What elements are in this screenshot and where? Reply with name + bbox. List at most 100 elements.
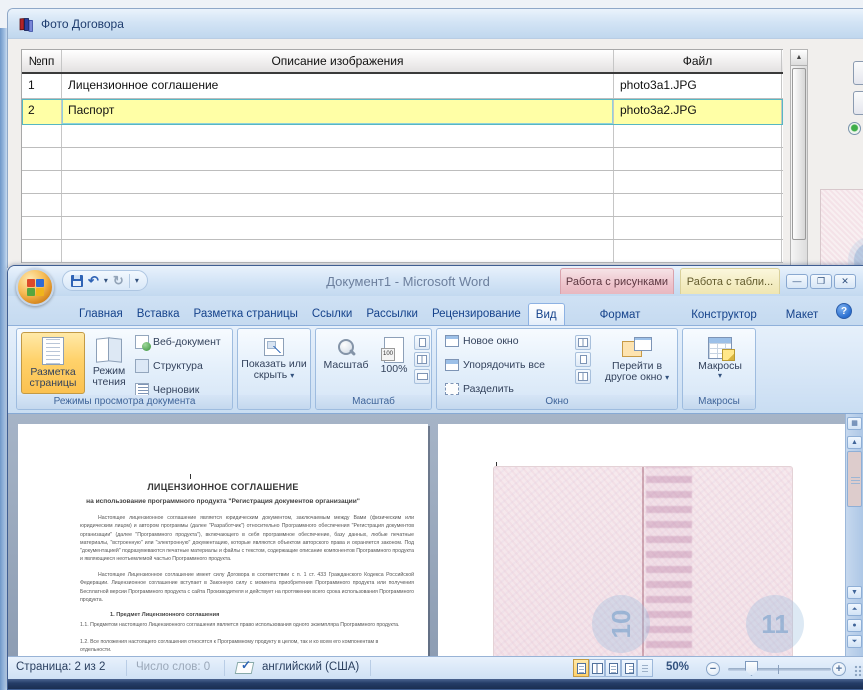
undo-icon[interactable]: ↶ xyxy=(88,274,99,287)
photo-window-titlebar[interactable]: Фото Договора xyxy=(8,9,863,39)
cell-num[interactable]: 1 xyxy=(22,74,62,98)
tab-glavnaya[interactable]: Главная xyxy=(72,303,130,325)
customize-qat-icon[interactable]: ▾ xyxy=(135,276,139,285)
doc-heading: 1. Предмет Лицензионного соглашения xyxy=(110,612,220,618)
table-row[interactable] xyxy=(22,148,783,171)
cell-num[interactable]: 2 xyxy=(22,99,62,124)
undo-dropdown-icon[interactable]: ▾ xyxy=(104,276,108,285)
tab-format[interactable]: Формат xyxy=(568,304,672,325)
page-width-button[interactable] xyxy=(414,369,430,384)
view-fullscreen-button[interactable] xyxy=(589,659,605,677)
view-draft-button[interactable] xyxy=(637,659,653,677)
zoom-percentage[interactable]: 50% xyxy=(666,661,689,673)
table-row[interactable] xyxy=(22,217,783,240)
outline-icon xyxy=(135,359,149,373)
column-header-file[interactable]: Файл xyxy=(614,50,782,72)
scroll-down-icon[interactable]: ▼ xyxy=(847,586,862,599)
two-pages-button[interactable] xyxy=(414,352,430,367)
close-button[interactable]: ✕ xyxy=(834,274,856,289)
document-scrollbar[interactable]: ▦ ▲ ▼ ⏶ ● ⏷ xyxy=(845,414,863,656)
macros-button[interactable]: Макросы ▾ xyxy=(691,332,749,394)
zoom-slider-track[interactable] xyxy=(728,668,831,671)
doc-paragraph: Настоящее лицензионное соглашение являет… xyxy=(80,515,414,563)
zoom-100-button[interactable]: 100% xyxy=(374,332,414,394)
group-view-modes: Разметка страницы Режим чтения Веб-докум… xyxy=(16,328,233,410)
save-icon[interactable] xyxy=(71,274,83,287)
next-page-icon[interactable]: ⏷ xyxy=(847,635,862,648)
table-row[interactable] xyxy=(22,194,783,217)
table-row-selected[interactable]: 2 Паспорт photo3a2.JPG xyxy=(22,99,783,125)
word-titlebar[interactable]: ↶ ▾ ↻ ▾ Документ1 - Microsoft Word Работ… xyxy=(8,266,863,306)
status-separator xyxy=(126,660,127,676)
table-row[interactable] xyxy=(22,240,783,263)
table-row[interactable]: 1 Лицензионное соглашение photo3a1.JPG xyxy=(22,74,783,99)
new-window-button[interactable]: Новое окно xyxy=(445,335,519,347)
view-web-button[interactable] xyxy=(605,659,621,677)
spellcheck-icon[interactable] xyxy=(236,658,253,675)
arrange-all-button[interactable]: Упорядочить все xyxy=(445,359,545,371)
cell-description[interactable]: Лицензионное соглашение xyxy=(62,74,614,98)
page-indicator[interactable]: Страница: 2 из 2 xyxy=(16,661,105,673)
sync-scrolling-button[interactable] xyxy=(575,352,591,367)
reading-mode-button[interactable]: Режим чтения xyxy=(87,332,131,394)
column-header-description[interactable]: Описание изображения xyxy=(62,50,614,72)
passport-ornament xyxy=(646,467,692,656)
table-row[interactable] xyxy=(22,171,783,194)
table-row[interactable] xyxy=(22,125,783,148)
tab-konstruktor[interactable]: Конструктор xyxy=(676,304,772,325)
photo-radio[interactable]: Ф xyxy=(848,121,863,135)
scroll-up-icon[interactable]: ▲ xyxy=(791,50,807,66)
maximize-button[interactable]: ❐ xyxy=(810,274,832,289)
add-photo-button[interactable]: Д xyxy=(853,61,863,85)
scroll-up-icon[interactable]: ▲ xyxy=(847,436,862,449)
group-macros: Макросы ▾ Макросы xyxy=(682,328,756,410)
tab-vid-active[interactable]: Вид xyxy=(527,303,565,325)
one-page-button[interactable] xyxy=(414,335,430,350)
previous-page-icon[interactable]: ⏶ xyxy=(847,603,862,616)
word-count[interactable]: Число слов: 0 xyxy=(136,661,210,673)
outline-button[interactable]: Структура xyxy=(135,359,203,373)
page-width-icon xyxy=(416,373,428,380)
two-pages-icon xyxy=(417,355,427,364)
outline-label: Структура xyxy=(153,360,203,372)
help-icon[interactable]: ? xyxy=(836,303,852,319)
outline-view-icon xyxy=(624,662,634,674)
view-outline-button[interactable] xyxy=(621,659,637,677)
passport-image[interactable]: 10 11 xyxy=(493,466,804,656)
side-by-side-icon xyxy=(578,338,588,347)
web-layout-button[interactable]: Веб-документ xyxy=(135,335,221,351)
ruler-toggle-icon[interactable]: ▦ xyxy=(847,417,862,430)
select-browse-object-icon[interactable]: ● xyxy=(847,619,862,632)
tab-maket[interactable]: Макет xyxy=(776,304,828,325)
zoom-in-icon[interactable]: + xyxy=(832,662,846,676)
reset-position-button[interactable] xyxy=(575,369,591,384)
tab-vstavka[interactable]: Вставка xyxy=(130,303,187,325)
fullscreen-icon xyxy=(591,662,603,674)
cell-file[interactable]: photo3a2.JPG xyxy=(614,99,782,124)
tab-ssylki[interactable]: Ссылки xyxy=(305,303,360,325)
cell-description[interactable]: Паспорт xyxy=(62,99,614,124)
view-side-by-side-button[interactable] xyxy=(575,335,591,350)
delete-photo-button[interactable]: У xyxy=(853,91,863,115)
redo-icon[interactable]: ↻ xyxy=(113,274,124,287)
column-header-num[interactable]: №пп xyxy=(22,50,62,72)
tab-razmetka[interactable]: Разметка страницы xyxy=(187,303,305,325)
scrollbar-thumb[interactable] xyxy=(792,68,806,240)
zoom-slider-handle[interactable] xyxy=(745,661,758,676)
office-button[interactable] xyxy=(16,268,54,306)
photo-table-scrollbar[interactable]: ▲ xyxy=(790,49,808,268)
switch-windows-button[interactable]: Перейти в другое окно ▾ xyxy=(601,332,673,402)
scrollbar-thumb[interactable] xyxy=(847,451,862,507)
zoom-button[interactable]: Масштаб xyxy=(320,332,372,394)
minimize-button[interactable]: — xyxy=(786,274,808,289)
zoom-out-icon[interactable]: − xyxy=(706,662,720,676)
resize-grip[interactable] xyxy=(854,665,863,677)
tab-recenzirovanie[interactable]: Рецензирование xyxy=(425,303,528,325)
split-button[interactable]: Разделить xyxy=(445,383,514,395)
text-cursor xyxy=(190,474,191,479)
language-indicator[interactable]: английский (США) xyxy=(262,661,359,673)
cell-file[interactable]: photo3a1.JPG xyxy=(614,74,782,98)
tab-rassylki[interactable]: Рассылки xyxy=(359,303,425,325)
view-print-layout-button[interactable] xyxy=(573,659,589,677)
page-layout-button[interactable]: Разметка страницы xyxy=(21,332,85,394)
